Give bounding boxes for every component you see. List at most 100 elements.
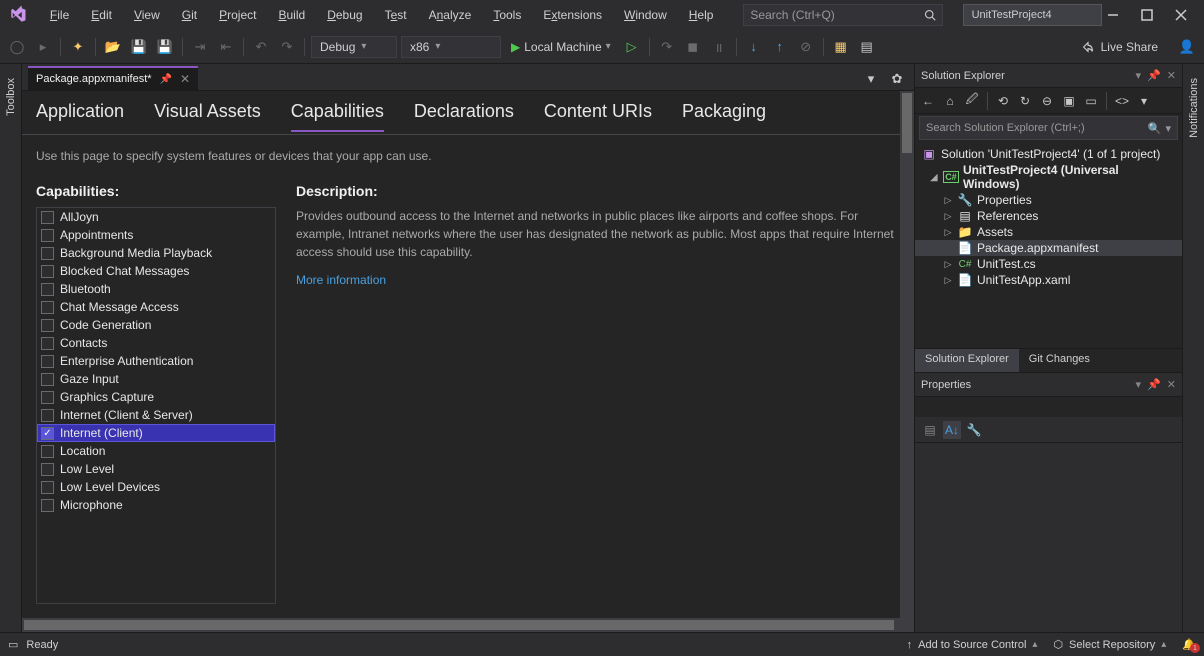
manifest-tab-content-uris[interactable]: Content URIs	[544, 93, 652, 132]
properties-grid[interactable]	[915, 443, 1182, 632]
capability-item[interactable]: Microphone	[37, 496, 275, 514]
tab-list-button[interactable]: ▾	[860, 68, 882, 90]
more-icon[interactable]: ▾	[1135, 92, 1153, 110]
capability-checkbox[interactable]	[41, 337, 54, 350]
layout-button[interactable]: ▦	[830, 36, 852, 58]
wrench-icon[interactable]: 🔧	[965, 421, 983, 439]
panel-dropdown-icon[interactable]: ▾	[1136, 378, 1142, 391]
back-icon[interactable]: ←	[919, 92, 937, 110]
capability-checkbox[interactable]	[41, 211, 54, 224]
minimize-button[interactable]	[1106, 8, 1120, 22]
close-button[interactable]	[1174, 8, 1188, 22]
pin-icon[interactable]: 📌	[1147, 69, 1161, 82]
manifest-tab-packaging[interactable]: Packaging	[682, 93, 766, 132]
appxaml-node[interactable]: ▷ 📄 UnitTestApp.xaml	[915, 272, 1182, 288]
doc-tab-manifest[interactable]: Package.appxmanifest* 📌 ✕	[28, 66, 198, 90]
show-all-icon[interactable]: ▣	[1060, 92, 1078, 110]
capability-checkbox[interactable]	[41, 301, 54, 314]
properties-node[interactable]: ▷ 🔧 Properties	[915, 192, 1182, 208]
user-icon[interactable]: 👤	[1176, 36, 1198, 58]
preview-icon[interactable]: ▭	[1082, 92, 1100, 110]
capability-checkbox[interactable]	[41, 373, 54, 386]
capability-item[interactable]: Gaze Input	[37, 370, 275, 388]
menu-git[interactable]: Git	[172, 4, 207, 26]
capability-item[interactable]: Internet (Client & Server)	[37, 406, 275, 424]
properties-selector[interactable]	[915, 397, 1182, 417]
package-manifest-node[interactable]: 📄 Package.appxmanifest	[915, 240, 1182, 256]
menu-project[interactable]: Project	[209, 4, 266, 26]
menu-help[interactable]: Help	[679, 4, 724, 26]
solution-explorer-search[interactable]: Search Solution Explorer (Ctrl+;) 🔍 ▾	[919, 116, 1178, 140]
breakpoint-button[interactable]: ⊘	[795, 36, 817, 58]
horizontal-scrollbar[interactable]	[22, 618, 914, 632]
expand-icon[interactable]: ▷	[943, 275, 953, 286]
capability-item[interactable]: Location	[37, 442, 275, 460]
tab-solution-explorer[interactable]: Solution Explorer	[915, 349, 1019, 372]
new-project-button[interactable]: ✦	[67, 36, 89, 58]
references-node[interactable]: ▷ ▤ References	[915, 208, 1182, 224]
indent-button[interactable]: ⇥	[189, 36, 211, 58]
assets-node[interactable]: ▷ 📁 Assets	[915, 224, 1182, 240]
capability-item[interactable]: AllJoyn	[37, 208, 275, 226]
expand-icon[interactable]: ▷	[943, 227, 953, 238]
search-options-icon[interactable]: ▾	[1165, 122, 1171, 135]
capability-checkbox[interactable]	[41, 409, 54, 422]
capability-item[interactable]: Low Level Devices	[37, 478, 275, 496]
title-search[interactable]: Search (Ctrl+Q)	[743, 4, 942, 26]
notifications-bell[interactable]: 🔔 1	[1182, 638, 1196, 651]
platform-dropdown[interactable]: x86▾	[401, 36, 501, 58]
capability-item[interactable]: Background Media Playback	[37, 244, 275, 262]
manifest-tab-declarations[interactable]: Declarations	[414, 93, 514, 132]
capability-item[interactable]: Blocked Chat Messages	[37, 262, 275, 280]
manifest-tab-application[interactable]: Application	[36, 93, 124, 132]
undo-button[interactable]: ↶	[250, 36, 272, 58]
collapse-icon[interactable]: ⊖	[1038, 92, 1056, 110]
capability-checkbox[interactable]	[41, 445, 54, 458]
categorize-icon[interactable]: ▤	[921, 421, 939, 439]
expand-icon[interactable]: ▷	[943, 211, 953, 222]
notifications-tab[interactable]: Notifications	[1186, 70, 1202, 146]
expand-icon[interactable]: ▷	[943, 259, 953, 270]
open-file-button[interactable]: 📂	[102, 36, 124, 58]
panel-dropdown-icon[interactable]: ▾	[1136, 69, 1142, 82]
outdent-button[interactable]: ⇤	[215, 36, 237, 58]
menu-test[interactable]: Test	[375, 4, 417, 26]
capability-item[interactable]: Appointments	[37, 226, 275, 244]
pause-button[interactable]: ॥	[708, 36, 730, 58]
solution-tree[interactable]: ▣ Solution 'UnitTestProject4' (1 of 1 pr…	[915, 142, 1182, 348]
capability-item[interactable]: Low Level	[37, 460, 275, 478]
tab-settings-button[interactable]: ✿	[886, 68, 908, 90]
expand-icon[interactable]: ◢	[929, 172, 939, 183]
manifest-tab-visual-assets[interactable]: Visual Assets	[154, 93, 261, 132]
capability-checkbox[interactable]	[41, 319, 54, 332]
vertical-scrollbar[interactable]	[900, 91, 914, 632]
expand-icon[interactable]: ▷	[943, 195, 953, 206]
alphabetical-icon[interactable]: A↓	[943, 421, 961, 439]
menu-analyze[interactable]: Analyze	[419, 4, 482, 26]
stop-button[interactable]: ◼	[682, 36, 704, 58]
menu-debug[interactable]: Debug	[317, 4, 372, 26]
manifest-tab-capabilities[interactable]: Capabilities	[291, 93, 384, 132]
capability-checkbox[interactable]	[41, 499, 54, 512]
menu-extensions[interactable]: Extensions	[533, 4, 612, 26]
capability-checkbox[interactable]	[41, 391, 54, 404]
close-tab-icon[interactable]: ✕	[180, 72, 190, 86]
redo-button[interactable]: ↷	[276, 36, 298, 58]
capability-checkbox[interactable]	[41, 355, 54, 368]
config-dropdown[interactable]: Debug▾	[311, 36, 397, 58]
project-node[interactable]: ◢ C# UnitTestProject4 (Universal Windows…	[915, 162, 1182, 192]
step-out-button[interactable]: ↑	[769, 36, 791, 58]
capability-checkbox[interactable]: ✓	[41, 427, 54, 440]
panel-close-icon[interactable]: ✕	[1167, 69, 1176, 82]
capability-checkbox[interactable]	[41, 463, 54, 476]
scroll-thumb[interactable]	[902, 93, 912, 153]
run-button[interactable]: ▶ Local Machine ▾	[505, 36, 617, 58]
pin-icon[interactable]: 📌	[160, 74, 172, 85]
menu-file[interactable]: File	[40, 4, 79, 26]
more-information-link[interactable]: More information	[296, 273, 900, 287]
menu-edit[interactable]: Edit	[81, 4, 122, 26]
step-over-button[interactable]: ↷	[656, 36, 678, 58]
capability-item[interactable]: Enterprise Authentication	[37, 352, 275, 370]
capability-item[interactable]: Code Generation	[37, 316, 275, 334]
menu-build[interactable]: Build	[268, 4, 315, 26]
